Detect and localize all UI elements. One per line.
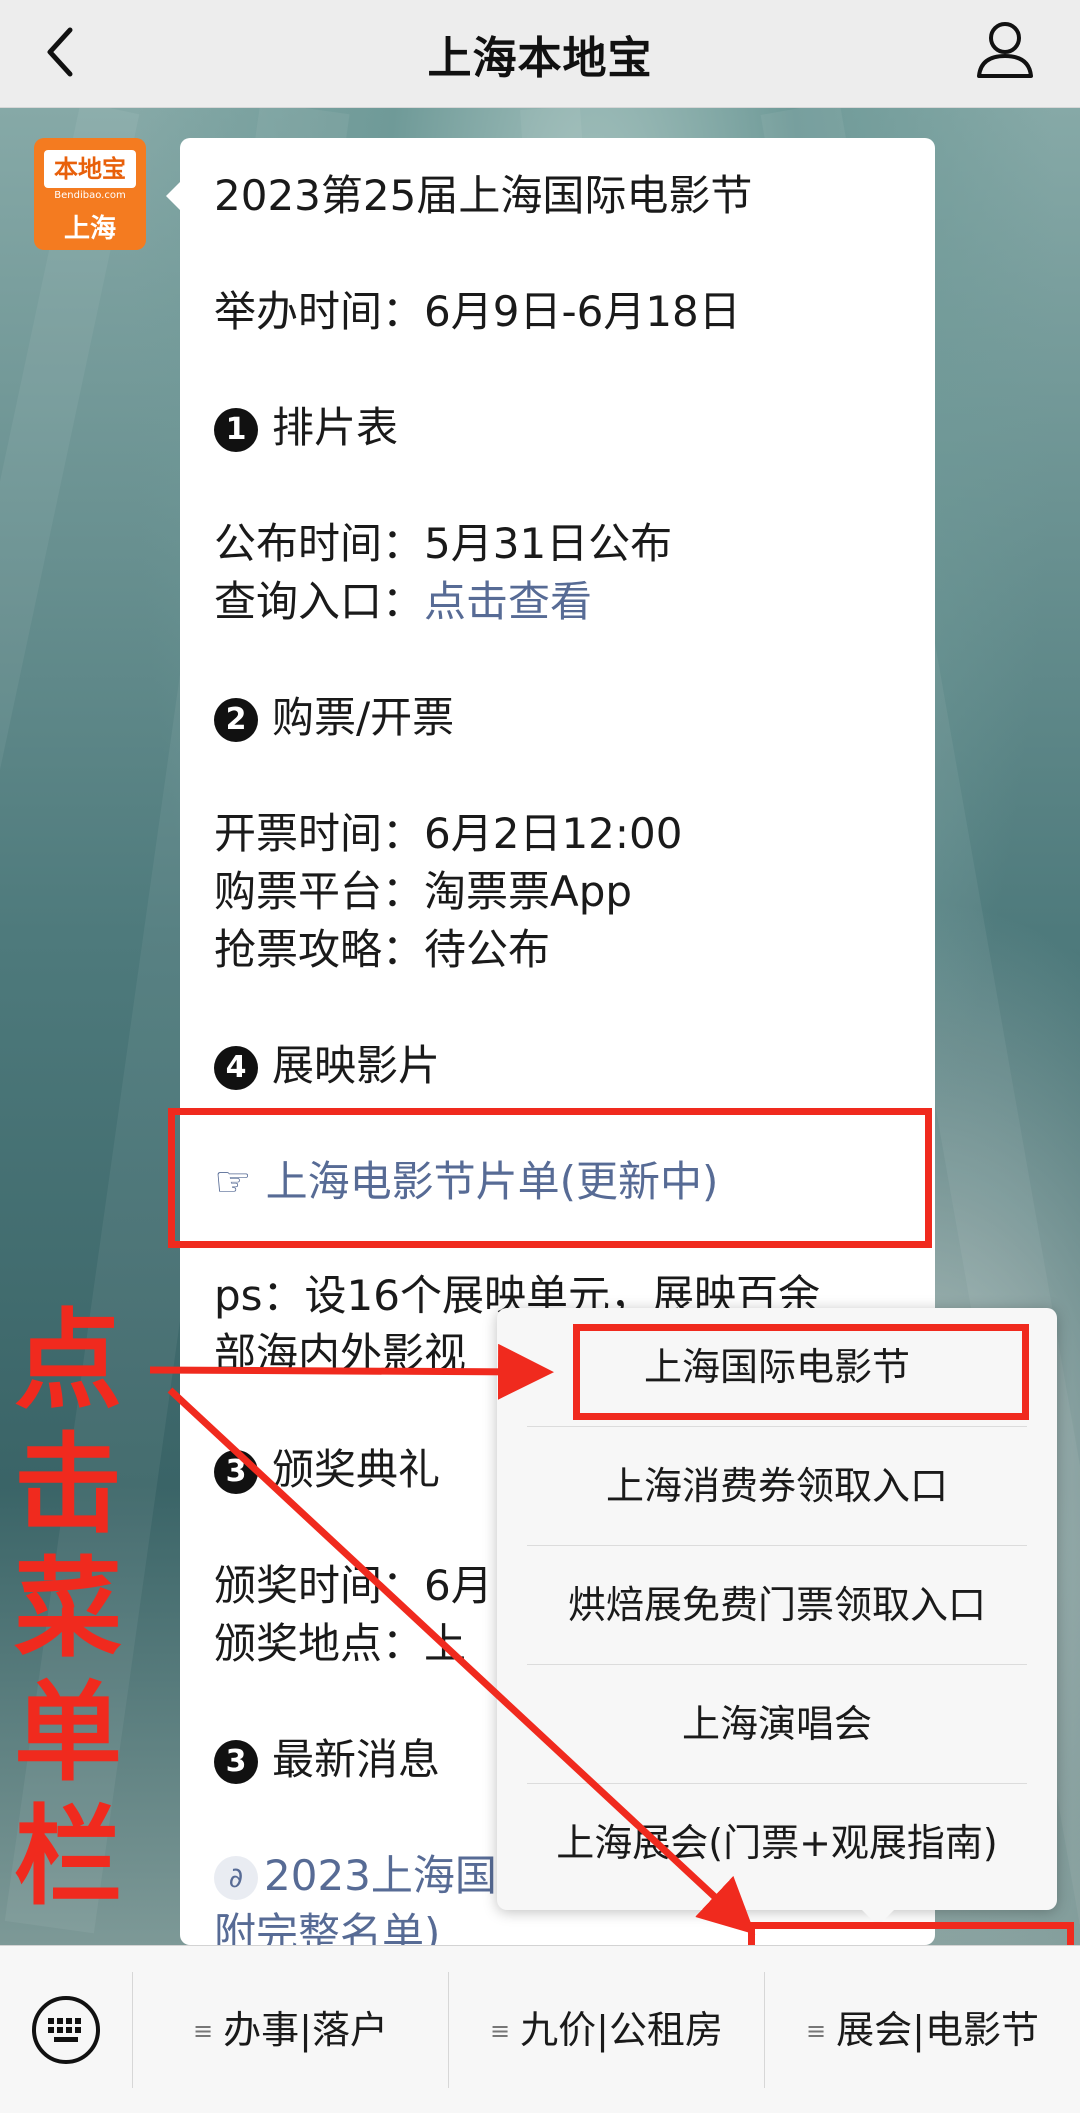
menu-tab-label: 展会|电影节 xyxy=(836,2008,1039,2052)
menu-lines-icon: ≡ xyxy=(490,2017,511,2045)
menu-tab-exhibition-film[interactable]: ≡ 展会|电影节 xyxy=(765,1946,1080,2113)
award-place: 颁奖地点：上 xyxy=(214,1619,467,1668)
avatar-logo-text: 本地宝 xyxy=(44,150,136,188)
menu-item-coupons[interactable]: 上海消费券领取入口 xyxy=(527,1427,1027,1545)
avatar-city: 上海 xyxy=(63,214,116,244)
query-entry: 查询入口：点击查看 xyxy=(214,574,592,630)
top-nav-bar: 上海本地宝 xyxy=(0,0,1080,108)
user-icon xyxy=(977,22,1033,78)
number-badge: 3 xyxy=(214,1740,258,1784)
open-time: 开票时间：6月2日12:00 xyxy=(214,809,683,858)
menu-tab-affairs[interactable]: ≡ 办事|落户 xyxy=(133,1946,448,2113)
section-tickets-heading: 2 购票/开票 xyxy=(214,690,454,746)
section-heading-text: 购票/开票 xyxy=(272,693,455,742)
section-heading-text: 最新消息 xyxy=(272,1735,441,1784)
menu-tab-label: 办事|落户 xyxy=(223,2008,388,2052)
account-avatar[interactable]: 本地宝 Bendibao.com 上海 xyxy=(34,138,146,250)
news-link[interactable]: ∂ 2023上海国 xyxy=(214,1848,497,1904)
query-label: 查询入口： xyxy=(214,577,425,626)
hold-time: 举办时间：6月9日-6月18日 xyxy=(214,287,741,336)
number-badge: 1 xyxy=(214,408,258,452)
news-link-text[interactable]: 2023上海国 xyxy=(264,1851,497,1900)
menu-lines-icon: ≡ xyxy=(806,2017,827,2045)
number-badge: 4 xyxy=(214,1046,258,1090)
keyboard-toggle-button[interactable] xyxy=(30,1990,102,2070)
menu-tab-label: 九价|公租房 xyxy=(520,2008,723,2052)
section-news-heading: 3 最新消息 xyxy=(214,1732,440,1788)
ticket-strategy: 抢票攻略：待公布 xyxy=(214,925,551,974)
query-link[interactable]: 点击查看 xyxy=(424,577,592,626)
section-heading-text: 颁奖典礼 xyxy=(272,1445,441,1494)
award-time: 颁奖时间：6月 xyxy=(214,1561,493,1610)
ticket-platform: 购票平台：淘票票App xyxy=(214,867,633,916)
message-title: 2023第25届上海国际电影节 xyxy=(214,171,753,220)
number-badge: 2 xyxy=(214,698,258,742)
avatar-logo-sub: Bendibao.com xyxy=(54,190,126,201)
highlight-box-film-list xyxy=(168,1108,932,1248)
menu-tab-vaccine-housing[interactable]: ≡ 九价|公租房 xyxy=(449,1946,764,2113)
link-icon: ∂ xyxy=(214,1856,258,1900)
section-heading-text: 排片表 xyxy=(272,403,399,452)
publish-time: 公布时间：5月31日公布 xyxy=(214,519,673,568)
profile-button[interactable] xyxy=(975,18,1035,82)
ps-line-2: 部海内外影视 xyxy=(214,1329,467,1378)
section-heading-text: 展映影片 xyxy=(272,1041,441,1090)
number-badge: 3 xyxy=(214,1450,258,1494)
menu-item-baking-expo[interactable]: 烘焙展免费门票领取入口 xyxy=(527,1546,1027,1664)
section-award-heading: 3 颁奖典礼 xyxy=(214,1442,440,1498)
highlight-box-menu-item xyxy=(573,1324,1029,1420)
page-title: 上海本地宝 xyxy=(427,33,653,84)
menu-item-concerts[interactable]: 上海演唱会 xyxy=(527,1665,1027,1783)
menu-item-exhibitions[interactable]: 上海展会(门票+观展指南) xyxy=(527,1784,1027,1902)
section-films-heading: 4 展映影片 xyxy=(214,1038,440,1094)
annotation-text: 点击菜单栏 xyxy=(14,1299,123,1920)
bottom-menu-bar: ≡ 办事|落户 ≡ 九价|公租房 ≡ 展会|电影节 xyxy=(0,1945,1080,2113)
section-schedule-heading: 1 排片表 xyxy=(214,400,398,456)
keyboard-icon xyxy=(32,1996,100,2064)
menu-lines-icon: ≡ xyxy=(193,2017,214,2045)
